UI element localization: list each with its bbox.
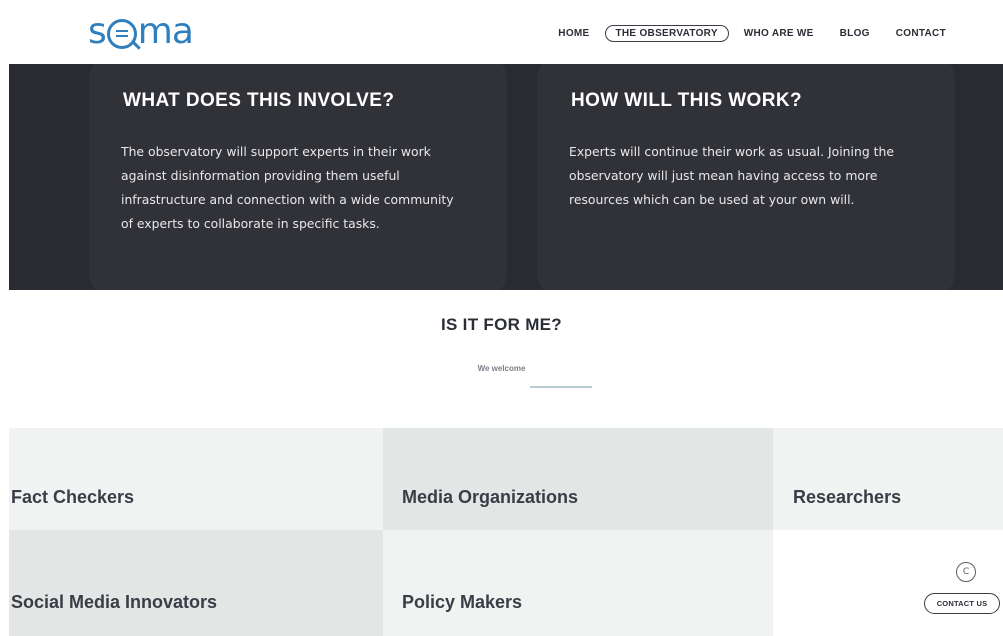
nav-contact[interactable]: CONTACT [885, 25, 957, 42]
involve-title: WHAT DOES THIS INVOLVE? [123, 90, 395, 111]
section-divider [530, 386, 592, 388]
audience-cell-empty [773, 530, 1003, 636]
audience-label: Social Media Innovators [11, 591, 218, 612]
contact-us-button[interactable]: CONTACT US [924, 593, 1000, 614]
involve-body: The observatory will support experts in … [121, 144, 454, 231]
audience-label: Researchers [793, 486, 902, 507]
audience-cell-researchers: Researchers [773, 428, 1003, 530]
logo-text-end: ma [137, 10, 194, 52]
work-card: HOW WILL THIS WORK? Experts will continu… [537, 64, 955, 290]
audience-label: Policy Makers [402, 591, 523, 612]
soma-logo[interactable]: s ma [88, 10, 194, 52]
nav-home[interactable]: HOME [547, 25, 600, 42]
nav-who-are-we[interactable]: WHO ARE WE [733, 25, 825, 42]
involve-card: WHAT DOES THIS INVOLVE? The observatory … [89, 64, 507, 290]
audience-cell-fact-checkers: Fact Checkers [9, 428, 383, 530]
logo-text-start: s [88, 10, 107, 52]
audience-grid: Fact Checkers Media Organizations Resear… [9, 428, 1003, 636]
info-band: WHAT DOES THIS INVOLVE? The observatory … [9, 64, 1003, 290]
audience-cell-social-media-innovators: Social Media Innovators [9, 530, 383, 636]
audience-label: Media Organizations [402, 486, 579, 507]
audience-cell-media-organizations: Media Organizations [383, 428, 773, 530]
audience-subtitle: We welcome [477, 364, 526, 373]
nav-blog[interactable]: BLOG [829, 25, 881, 42]
work-body: Experts will continue their work as usua… [569, 144, 894, 207]
nav-the-observatory[interactable]: THE OBSERVATORY [604, 25, 729, 42]
magnifier-icon [106, 19, 137, 49]
main-nav: HOME THE OBSERVATORY WHO ARE WE BLOG CON… [543, 25, 957, 42]
audience-label: Fact Checkers [11, 486, 135, 507]
site-header: s ma HOME THE OBSERVATORY WHO ARE WE BLO… [0, 0, 1003, 64]
contact-circle-icon[interactable]: C [956, 562, 976, 582]
audience-cell-policy-makers: Policy Makers [383, 530, 773, 636]
audience-title: IS IT FOR ME? [440, 315, 562, 334]
work-title: HOW WILL THIS WORK? [571, 90, 802, 111]
